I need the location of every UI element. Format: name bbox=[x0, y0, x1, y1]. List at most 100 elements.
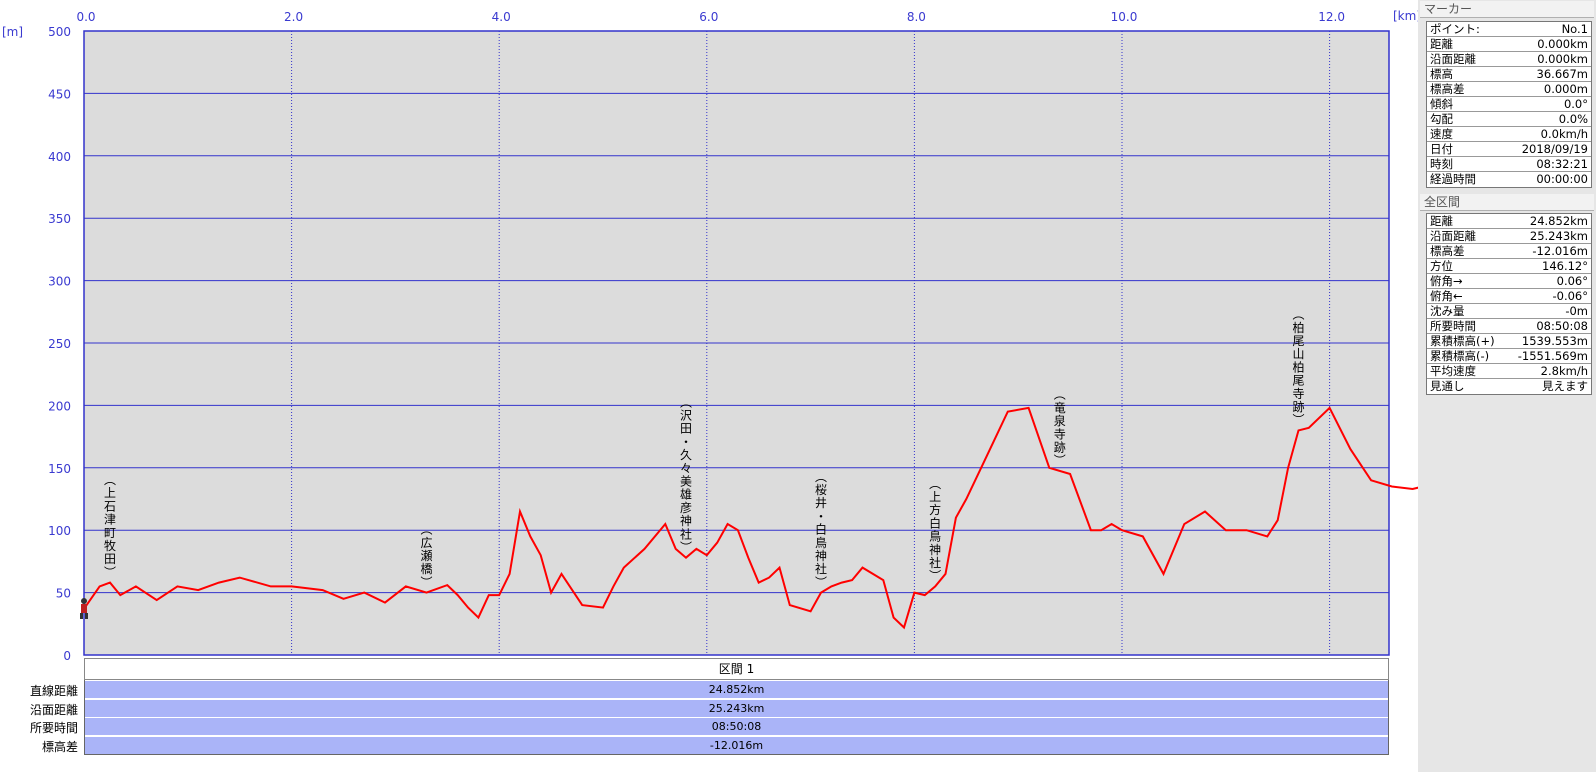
y-tick-label: 400 bbox=[48, 150, 71, 164]
info-value: 見えます bbox=[1542, 379, 1588, 393]
section-header[interactable]: 区間 1 bbox=[84, 658, 1389, 680]
info-value: 2.8km/h bbox=[1540, 364, 1588, 378]
info-row: 俯角← -0.06° bbox=[1427, 289, 1591, 304]
info-key: 日付 bbox=[1430, 142, 1453, 156]
info-row: 標高 36.667m bbox=[1427, 67, 1591, 82]
waypoint-label: ︵広瀬橋︶ bbox=[421, 523, 433, 590]
marker-info-table: ポイント: No.1 距離 0.000km 沿面距離 0.000km 標高 36.667m 標高… bbox=[1426, 21, 1592, 188]
info-value: 0.000km bbox=[1537, 37, 1588, 51]
info-value: -0.06° bbox=[1552, 289, 1588, 303]
y-tick-label: 100 bbox=[48, 524, 71, 538]
info-key: 時刻 bbox=[1430, 157, 1453, 171]
info-key: 傾斜 bbox=[1430, 97, 1453, 111]
info-row: 経過時間 00:00:00 bbox=[1427, 172, 1591, 187]
info-value: No.1 bbox=[1561, 22, 1588, 36]
total-panel-title[interactable]: 全区間 bbox=[1420, 194, 1594, 211]
info-key: 累積標高(-) bbox=[1430, 349, 1490, 363]
info-value: -0m bbox=[1565, 304, 1588, 318]
info-row: 時刻 08:32:21 bbox=[1427, 157, 1591, 172]
info-key: 距離 bbox=[1430, 37, 1453, 51]
info-row: 標高差 -12.016m bbox=[1427, 244, 1591, 259]
waypoint-label: ︵桜井・白鳥神社︶ bbox=[815, 470, 827, 590]
elevation-chart-area[interactable]: 0 50 100 150 200 250 300 350 400 450 500 0.0 2.0 4.0 6… bbox=[0, 0, 1418, 772]
y-tick-label: 350 bbox=[48, 212, 71, 226]
waypoint-label: ︵柏尾山柏尾寺跡︶ bbox=[1292, 308, 1304, 428]
info-key: 標高差 bbox=[1430, 244, 1465, 258]
section-row-value: 25.243km bbox=[84, 699, 1389, 717]
info-key: 勾配 bbox=[1430, 112, 1453, 126]
waypoint-label: ︵竜泉寺跡︶ bbox=[1054, 388, 1066, 468]
info-key: 沿面距離 bbox=[1430, 229, 1476, 243]
y-tick-label: 50 bbox=[56, 587, 71, 601]
section-row-value: 24.852km bbox=[84, 681, 1389, 698]
info-row: 所要時間 08:50:08 bbox=[1427, 319, 1591, 334]
section-row-label: 沿面距離 bbox=[29, 702, 78, 717]
info-value: 146.12° bbox=[1542, 259, 1588, 273]
x-tick-label: 10.0 bbox=[1111, 10, 1138, 24]
info-value: 0.06° bbox=[1556, 274, 1588, 288]
info-row: 沿面距離 25.243km bbox=[1427, 229, 1591, 244]
info-row: 俯角→ 0.06° bbox=[1427, 274, 1591, 289]
x-tick-label: 12.0 bbox=[1318, 10, 1345, 24]
info-row: 標高差 0.000m bbox=[1427, 82, 1591, 97]
y-tick-label: 0 bbox=[63, 649, 71, 660]
info-row: 累積標高(+) 1539.553m bbox=[1427, 334, 1591, 349]
info-key: 所要時間 bbox=[1430, 319, 1476, 333]
marker-panel-title[interactable]: マーカー bbox=[1420, 1, 1594, 18]
info-key: ポイント: bbox=[1430, 22, 1480, 36]
section-row-value: -12.016m bbox=[84, 736, 1389, 754]
y-tick-label: 300 bbox=[48, 275, 71, 289]
info-row: 累積標高(-) -1551.569m bbox=[1427, 349, 1591, 364]
info-row: 速度 0.0km/h bbox=[1427, 127, 1591, 142]
x-unit-label: [km] bbox=[1393, 9, 1418, 23]
info-row: 勾配 0.0% bbox=[1427, 112, 1591, 127]
info-row: 平均速度 2.8km/h bbox=[1427, 364, 1591, 379]
y-tick-label: 200 bbox=[48, 399, 71, 413]
info-row: 日付 2018/09/19 bbox=[1427, 142, 1591, 157]
info-value: 00:00:00 bbox=[1536, 172, 1588, 186]
info-value: -12.016m bbox=[1532, 244, 1588, 258]
info-panel: マーカー ポイント: No.1 距離 0.000km 沿面距離 0.000km 標高 36.6… bbox=[1418, 0, 1596, 772]
x-tick-label: 0.0 bbox=[76, 10, 95, 24]
elevation-chart[interactable]: 0 50 100 150 200 250 300 350 400 450 500 0.0 2.0 4.0 6… bbox=[0, 0, 1418, 660]
y-unit-label: [m] bbox=[2, 25, 23, 39]
info-value: 08:50:08 bbox=[1536, 319, 1588, 333]
info-row: 沈み量 -0m bbox=[1427, 304, 1591, 319]
section-row-value: 08:50:08 bbox=[84, 718, 1389, 735]
info-key: 距離 bbox=[1430, 214, 1453, 228]
info-value: 0.000km bbox=[1537, 52, 1588, 66]
section-row-label: 直線距離 bbox=[29, 684, 78, 698]
info-key: 俯角→ bbox=[1430, 274, 1463, 288]
info-key: 沿面距離 bbox=[1430, 52, 1476, 66]
info-value: 24.852km bbox=[1529, 214, 1588, 228]
x-tick-label: 8.0 bbox=[907, 10, 926, 24]
x-tick-label: 4.0 bbox=[492, 10, 511, 24]
y-tick-label: 150 bbox=[48, 462, 71, 476]
waypoint-label: ︵上方白鳥神社︶ bbox=[929, 477, 941, 583]
section-row-label: 所要時間 bbox=[29, 721, 78, 735]
info-row: ポイント: No.1 bbox=[1427, 22, 1591, 37]
info-row: 沿面距離 0.000km bbox=[1427, 52, 1591, 67]
info-value: 36.667m bbox=[1536, 67, 1588, 81]
info-row: 方位 146.12° bbox=[1427, 259, 1591, 274]
section-row-label: 標高差 bbox=[41, 739, 78, 754]
info-key: 見通し bbox=[1430, 379, 1465, 393]
info-value: 25.243km bbox=[1529, 229, 1588, 243]
info-key: 平均速度 bbox=[1430, 364, 1476, 378]
info-value: 0.000m bbox=[1543, 82, 1588, 96]
info-key: 標高差 bbox=[1430, 82, 1465, 96]
y-tick-label: 250 bbox=[48, 337, 71, 351]
x-tick-label: 2.0 bbox=[284, 10, 303, 24]
info-row: 距離 0.000km bbox=[1427, 37, 1591, 52]
info-value: 0.0km/h bbox=[1540, 127, 1588, 141]
info-row: 傾斜 0.0° bbox=[1427, 97, 1591, 112]
info-key: 方位 bbox=[1430, 259, 1453, 273]
info-key: 標高 bbox=[1430, 67, 1453, 81]
info-key: 経過時間 bbox=[1430, 172, 1476, 186]
info-value: 0.0% bbox=[1558, 112, 1588, 126]
info-key: 俯角← bbox=[1430, 289, 1463, 303]
info-value: 2018/09/19 bbox=[1521, 142, 1588, 156]
y-tick-label: 450 bbox=[48, 87, 71, 101]
info-key: 沈み量 bbox=[1430, 304, 1465, 318]
total-info-table: 距離 24.852km 沿面距離 25.243km 標高差 -12.016m 方位 146.1… bbox=[1426, 213, 1592, 395]
